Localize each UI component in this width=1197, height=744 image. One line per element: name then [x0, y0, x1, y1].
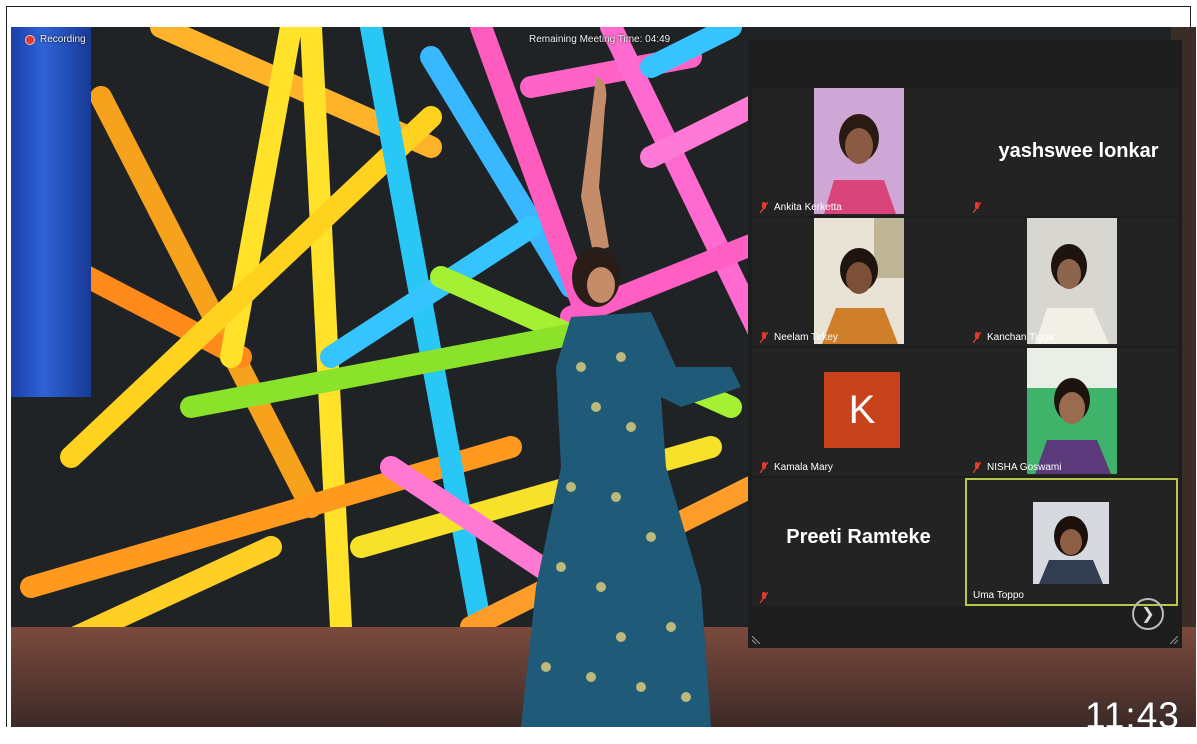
participant-tile[interactable]: Preeti Ramteke — [752, 478, 965, 606]
participant-display-name: Preeti Ramteke — [786, 526, 931, 548]
participant-name: NISHA Goswami — [987, 462, 1062, 473]
participant-video — [1033, 502, 1109, 584]
gallery-panel: Ankita Kerketta yashswee lonkar Neelam T… — [748, 40, 1182, 648]
muted-mic-icon — [760, 462, 768, 473]
chevron-right-icon: ❯ — [1141, 606, 1155, 623]
dancer-figure — [521, 77, 741, 727]
participant-video — [1027, 218, 1117, 344]
muted-mic-icon — [760, 332, 768, 343]
remaining-time: Remaining Meeting Time: 04:49 — [529, 34, 671, 45]
muted-mic-icon — [973, 202, 981, 213]
resize-handle-icon[interactable] — [1170, 636, 1178, 644]
participant-video — [1027, 348, 1117, 474]
participant-grid: Ankita Kerketta yashswee lonkar Neelam T… — [752, 88, 1178, 606]
blue-curtain — [11, 27, 91, 397]
participant-tile[interactable]: Kanchan Tigga — [965, 218, 1178, 346]
participant-tile[interactable]: Neelam Tirkey — [752, 218, 965, 346]
participant-name: Uma Toppo — [973, 590, 1024, 601]
muted-mic-icon — [973, 462, 981, 473]
participant-avatar: K — [824, 372, 900, 448]
next-page-button[interactable]: ❯ — [1132, 598, 1164, 630]
participant-tile[interactable]: NISHA Goswami — [965, 348, 1178, 476]
muted-mic-icon — [760, 202, 768, 213]
participant-tile[interactable]: K Kamala Mary — [752, 348, 965, 476]
participant-tile[interactable]: Ankita Kerketta — [752, 88, 965, 216]
clock-overlay: 11:43 — [1085, 695, 1180, 727]
participant-video — [814, 218, 904, 344]
participant-name: Ankita Kerketta — [774, 202, 842, 213]
participant-tile[interactable]: yashswee lonkar — [965, 88, 1178, 216]
resize-handle-icon[interactable] — [752, 636, 760, 644]
muted-mic-icon — [973, 332, 981, 343]
recording-label: Recording — [40, 34, 86, 45]
participant-name: Kanchan Tigga — [987, 332, 1054, 343]
participant-name: Kamala Mary — [774, 462, 833, 473]
bottom-margin — [6, 727, 1191, 738]
recording-indicator: Recording — [25, 34, 86, 45]
record-icon — [25, 34, 35, 45]
participant-name: Neelam Tirkey — [774, 332, 838, 343]
gallery-header[interactable] — [748, 40, 1182, 88]
muted-mic-icon — [760, 592, 768, 603]
participant-tile-active[interactable]: Uma Toppo — [965, 478, 1178, 606]
participant-display-name: yashswee lonkar — [998, 140, 1159, 162]
participant-video — [814, 88, 904, 214]
